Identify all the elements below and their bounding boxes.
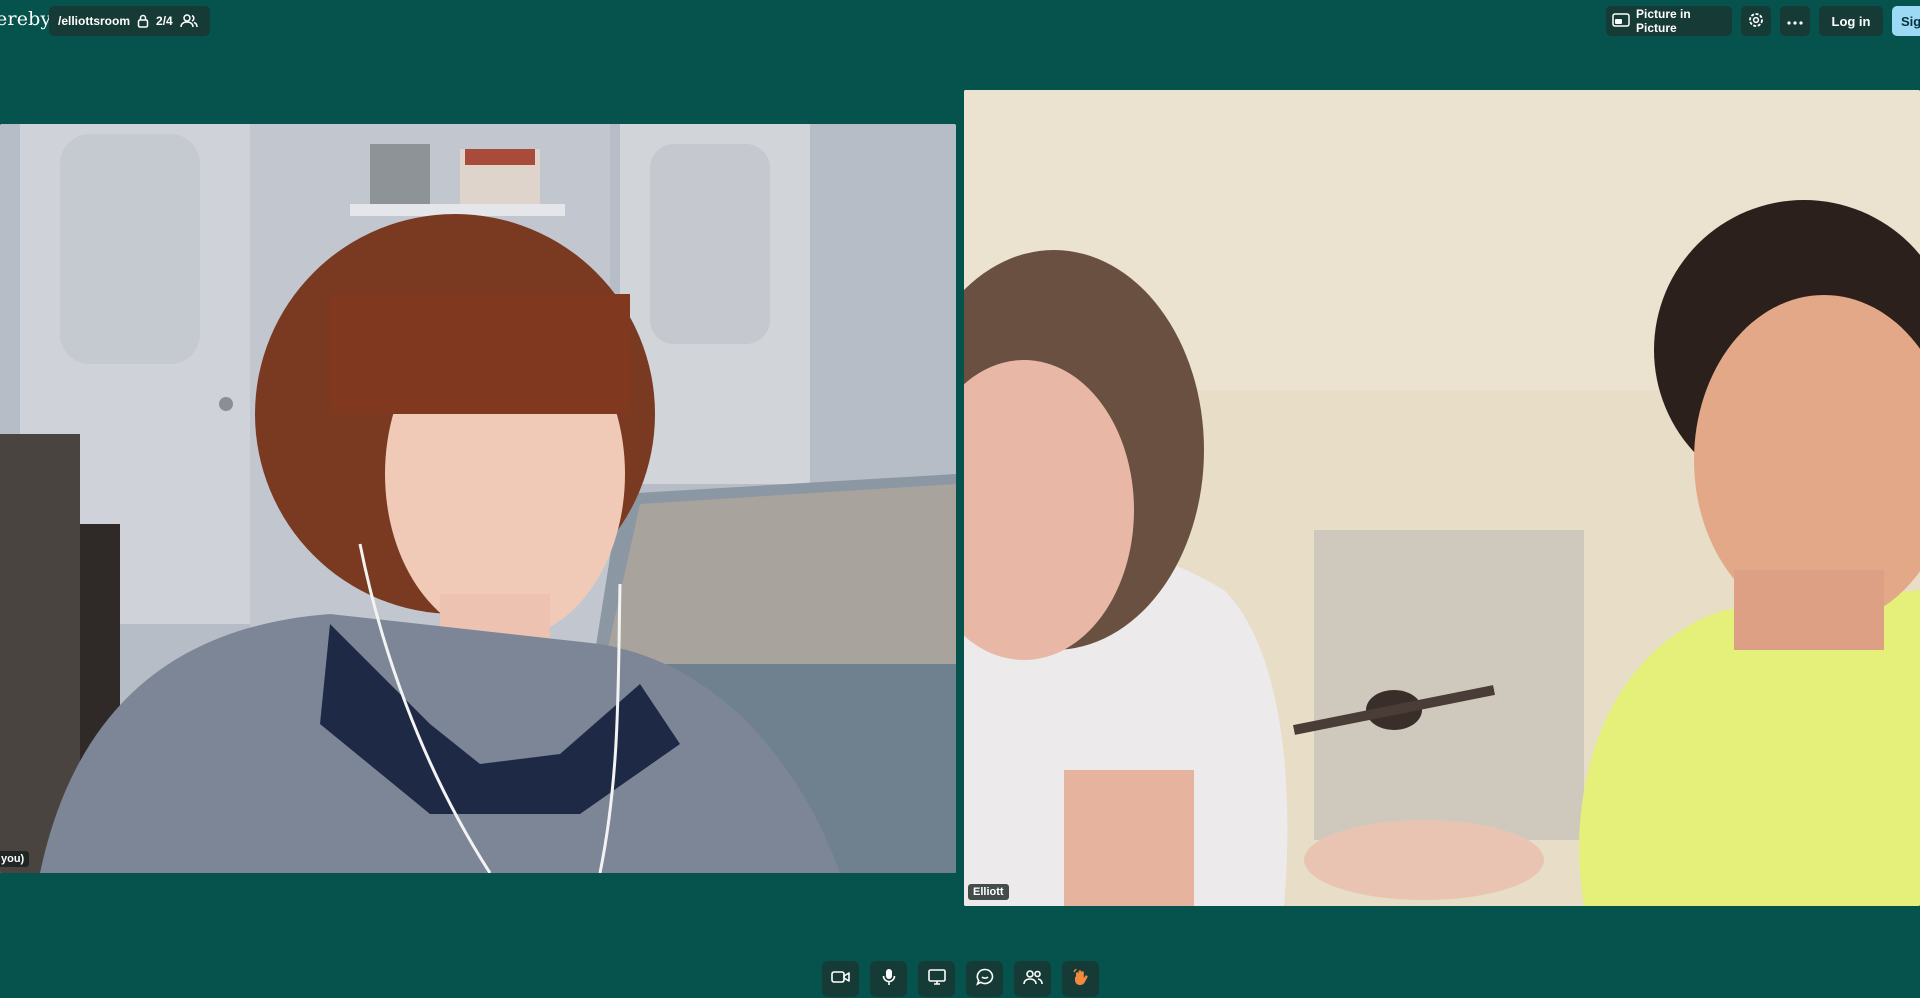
self-name-tag: you)	[0, 851, 30, 867]
people-icon	[1022, 969, 1043, 990]
self-video-frame	[0, 124, 956, 873]
chat-button[interactable]	[966, 961, 1003, 997]
screen-share-icon	[927, 968, 946, 990]
camera-toggle-button[interactable]	[822, 961, 859, 997]
people-icon	[179, 14, 198, 28]
reaction-button[interactable]	[1062, 961, 1099, 997]
microphone-icon	[882, 968, 896, 991]
top-toolbar: Picture in Picture Log in Sig	[1606, 6, 1920, 36]
video-call-window: ereby /elliottsroom 2/4 Picture in Pictu…	[0, 0, 1920, 998]
more-options-button[interactable]	[1780, 6, 1810, 36]
wave-hand-icon	[1072, 968, 1090, 991]
picture-in-picture-button[interactable]: Picture in Picture	[1606, 6, 1732, 36]
video-tile-self[interactable]: you)	[0, 124, 956, 873]
room-info[interactable]: /elliottsroom 2/4	[49, 6, 210, 36]
login-button[interactable]: Log in	[1819, 6, 1883, 36]
elliott-name-tag: Elliott	[968, 884, 1009, 900]
gear-icon	[1747, 11, 1765, 32]
screen-share-button[interactable]	[918, 961, 955, 997]
brand-logo[interactable]: ereby	[0, 8, 51, 30]
settings-button[interactable]	[1741, 6, 1771, 36]
microphone-toggle-button[interactable]	[870, 961, 907, 997]
people-button[interactable]	[1014, 961, 1051, 997]
camera-icon	[830, 970, 851, 989]
video-tile-elliott[interactable]: Elliott	[964, 90, 1920, 906]
room-name: /elliottsroom	[58, 14, 131, 28]
lock-icon	[137, 14, 149, 28]
more-horizontal-icon	[1787, 14, 1803, 28]
chat-icon	[975, 968, 994, 991]
elliott-video-frame	[964, 90, 1920, 906]
signup-button[interactable]: Sig	[1892, 6, 1920, 36]
participant-count: 2/4	[156, 14, 173, 28]
picture-in-picture-label: Picture in Picture	[1636, 7, 1691, 35]
call-controls	[822, 961, 1099, 997]
picture-in-picture-icon	[1612, 12, 1630, 30]
